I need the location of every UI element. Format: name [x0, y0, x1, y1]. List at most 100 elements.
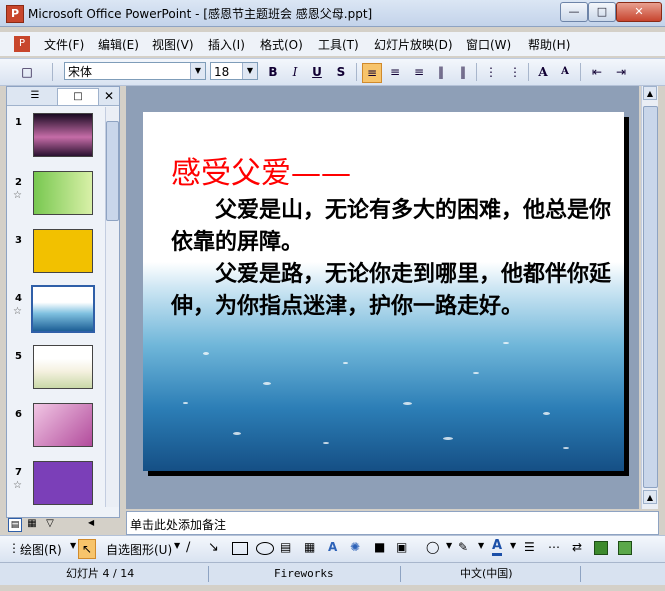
menu-slideshow[interactable]: 幻灯片放映(D) — [374, 36, 453, 53]
chevron-down-icon[interactable]: ▼ — [510, 541, 516, 550]
scroll-left-icon[interactable]: ◀ — [88, 518, 94, 527]
font-name-combo[interactable]: 宋体 ▼ — [64, 62, 206, 80]
close-panel-icon[interactable]: ✕ — [101, 88, 117, 104]
underline-button[interactable]: U — [308, 63, 326, 81]
menu-window[interactable]: 窗口(W) — [466, 36, 511, 53]
menu-edit[interactable]: 编辑(E) — [98, 36, 139, 53]
document-icon[interactable]: P — [14, 36, 30, 52]
slide-thumbnail-7[interactable] — [33, 461, 93, 505]
picture-icon[interactable]: ▣ — [396, 540, 407, 554]
slide-sorter-icon[interactable]: ▦ — [26, 518, 38, 530]
slides-tab-icon[interactable]: □ — [57, 88, 99, 105]
toolbar-separator — [476, 63, 477, 81]
arrow-style-icon[interactable]: ⇄ — [572, 540, 582, 554]
draw-menu-icon[interactable]: ⋮ — [8, 541, 20, 555]
slide-body-text[interactable]: 父爱是山，无论有多大的困难，他总是你依靠的屏障。 父爱是路，无论你走到哪里，他都… — [171, 194, 611, 322]
3d-style-icon[interactable] — [618, 541, 632, 555]
normal-view-icon[interactable]: ▤ — [8, 518, 22, 532]
textbox-tool-icon[interactable]: ▤ — [280, 540, 291, 554]
distribute-icon[interactable]: ‖ — [432, 63, 450, 81]
thumb-number: 4 — [15, 293, 22, 304]
draw-menu-button[interactable]: 绘图(R) — [20, 541, 62, 558]
italic-button[interactable]: I — [286, 63, 304, 81]
vertical-textbox-icon[interactable]: ▦ — [304, 540, 315, 554]
title-bar: P Microsoft Office PowerPoint - [感恩节主题班会… — [0, 0, 665, 27]
autoshapes-button[interactable]: 自选图形(U) — [106, 541, 172, 558]
thumb-number: 5 — [15, 351, 22, 362]
close-button[interactable]: ✕ — [616, 2, 662, 22]
slideshow-view-icon[interactable]: ▽ — [44, 518, 56, 530]
dash-style-icon[interactable]: ⋯ — [548, 540, 560, 554]
menu-format[interactable]: 格式(O) — [260, 36, 303, 53]
outline-tab-icon[interactable]: ☰ — [13, 88, 57, 104]
oval-tool-icon[interactable] — [256, 542, 274, 555]
slide-title[interactable]: 感受父爱—— — [171, 148, 351, 192]
decrease-font-size-button[interactable]: A — [556, 63, 574, 81]
menu-insert[interactable]: 插入(I) — [208, 36, 245, 53]
line-style-icon[interactable]: ☰ — [524, 540, 535, 554]
slide-canvas[interactable]: 感受父爱—— 父爱是山，无论有多大的困难，他总是你依靠的屏障。 父爱是路，无论你… — [143, 112, 624, 471]
toolbar-separator — [580, 63, 581, 81]
window-title: Microsoft Office PowerPoint - [感恩节主题班会 感… — [28, 7, 373, 21]
slide-thumbnail-3[interactable] — [33, 229, 93, 273]
chevron-down-icon[interactable]: ▼ — [190, 63, 205, 79]
fill-color-icon[interactable]: ◯ — [426, 540, 439, 554]
panel-tabs: ☰ □ ✕ — [7, 87, 119, 106]
menu-file[interactable]: 文件(F) — [44, 36, 84, 53]
thumb-number: 2 — [15, 177, 22, 188]
font-color-icon[interactable]: A — [492, 539, 503, 556]
toolbar-separator — [356, 63, 357, 81]
chevron-down-icon[interactable]: ▼ — [446, 541, 452, 550]
increase-indent-icon[interactable]: ⇥ — [612, 63, 630, 81]
menu-tools[interactable]: 工具(T) — [318, 36, 359, 53]
shadow-button[interactable]: S — [332, 63, 350, 81]
rectangle-tool-icon[interactable] — [232, 542, 248, 555]
shadow-style-icon[interactable] — [594, 541, 608, 555]
font-size-combo[interactable]: 18 ▼ — [210, 62, 258, 80]
align-right-icon[interactable]: ≡ — [410, 63, 428, 81]
numbered-list-icon[interactable]: ⋮ — [482, 63, 500, 81]
line-color-icon[interactable]: ✎ — [458, 540, 468, 554]
thumb-number: 6 — [15, 409, 22, 420]
slide-paragraph: 父爱是山，无论有多大的困难，他总是你依靠的屏障。 — [171, 197, 612, 255]
previous-slide-icon[interactable]: ▲ — [643, 490, 657, 504]
slide-thumbnail-2[interactable] — [33, 171, 93, 215]
chevron-down-icon[interactable]: ▼ — [70, 541, 76, 550]
status-divider — [208, 566, 209, 582]
menu-help[interactable]: 帮助(H) — [528, 36, 570, 53]
scrollbar-thumb[interactable] — [643, 106, 658, 488]
status-bar: 幻灯片 4 / 14 Fireworks 中文(中国) — [0, 562, 665, 585]
slide-thumbnail-5[interactable] — [33, 345, 93, 389]
design-template-name: Fireworks — [274, 567, 334, 580]
new-document-icon[interactable]: □ — [18, 63, 36, 81]
column-icon[interactable]: ‖ — [454, 63, 472, 81]
align-center-icon[interactable]: ≡ — [386, 63, 404, 81]
decrease-indent-icon[interactable]: ⇤ — [588, 63, 606, 81]
chevron-down-icon[interactable]: ▼ — [478, 541, 484, 550]
panel-scrollbar-thumb[interactable] — [106, 121, 119, 221]
animation-star-icon: ☆ — [13, 306, 22, 317]
wordart-icon[interactable]: A — [328, 540, 337, 554]
menu-view[interactable]: 视图(V) — [152, 36, 194, 53]
diagram-icon[interactable]: ✺ — [350, 540, 360, 554]
line-tool-icon[interactable]: ∕ — [186, 540, 190, 555]
select-objects-icon[interactable]: ↖ — [78, 539, 96, 559]
formatting-toolbar: □ 宋体 ▼ 18 ▼ B I U S ≡ ≡ ≡ ‖ ‖ ⋮ ⋮ A A ⇤ … — [0, 58, 665, 86]
maximize-button[interactable]: □ — [588, 2, 616, 22]
chevron-down-icon[interactable]: ▼ — [174, 541, 180, 550]
slide-thumbnail-1[interactable] — [33, 113, 93, 157]
menu-bar: P 文件(F) 编辑(E) 视图(V) 插入(I) 格式(O) 工具(T) 幻灯… — [0, 32, 665, 56]
slide-thumbnail-4[interactable] — [31, 285, 95, 333]
align-left-icon[interactable]: ≡ — [362, 63, 382, 83]
clipart-icon[interactable]: ■ — [374, 540, 385, 554]
slide-thumbnail-6[interactable] — [33, 403, 93, 447]
increase-font-size-button[interactable]: A — [534, 63, 552, 81]
arrow-tool-icon[interactable]: ↘ — [208, 540, 219, 555]
bold-button[interactable]: B — [264, 63, 282, 81]
scroll-up-icon[interactable]: ▲ — [643, 86, 657, 100]
minimize-button[interactable]: — — [560, 2, 588, 22]
chevron-down-icon[interactable]: ▼ — [242, 63, 257, 79]
slide-scrollbar[interactable]: ▲ ▲ ▼ — [641, 86, 658, 509]
bulleted-list-icon[interactable]: ⋮ — [506, 63, 524, 81]
notes-pane[interactable]: 单击此处添加备注 — [126, 511, 659, 535]
